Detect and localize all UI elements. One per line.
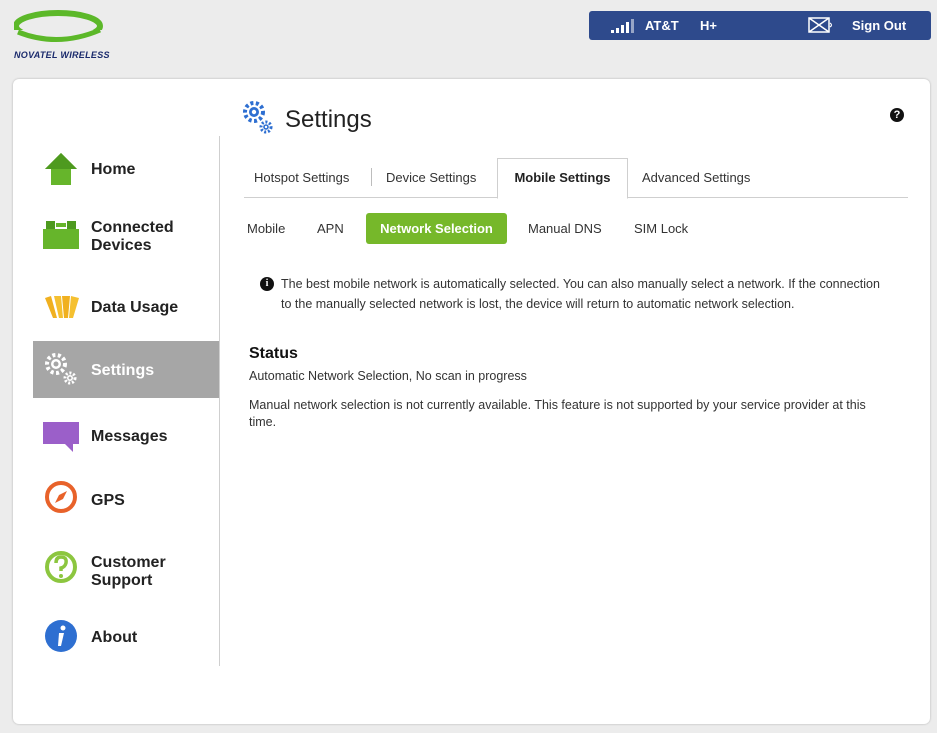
carrier-name: AT&T bbox=[645, 18, 679, 33]
home-icon bbox=[45, 153, 77, 185]
sidebar-item-data-usage[interactable]: Data Usage bbox=[33, 278, 219, 334]
sidebar-item-label: About bbox=[91, 629, 138, 646]
sidebar-item-settings[interactable]: Settings bbox=[33, 341, 219, 398]
sidebar-item-gps[interactable]: GPS bbox=[33, 473, 219, 529]
subtab-apn[interactable]: APN bbox=[317, 221, 344, 236]
main-panel: Home Connected Devices Data Usage Settin… bbox=[13, 79, 930, 724]
info-message: The best mobile network is automatically… bbox=[281, 277, 880, 311]
subtab-sim-lock[interactable]: SIM Lock bbox=[634, 221, 688, 236]
subtab-manual-dns[interactable]: Manual DNS bbox=[528, 221, 602, 236]
signal-bars-icon bbox=[611, 19, 634, 33]
status-value: Automatic Network Selection, No scan in … bbox=[249, 369, 527, 383]
envelope-icon[interactable] bbox=[808, 17, 834, 33]
sidebar-item-label: Data Usage bbox=[91, 299, 179, 316]
data-usage-icon bbox=[45, 296, 79, 318]
sidebar-item-label: GPS bbox=[91, 492, 125, 509]
settings-tabs: Hotspot Settings Device Settings Mobile … bbox=[244, 158, 908, 199]
info-circle-icon: i bbox=[260, 277, 274, 291]
sidebar-item-about[interactable]: About bbox=[33, 608, 219, 664]
tab-mobile-settings[interactable]: Mobile Settings bbox=[497, 158, 628, 199]
compass-icon bbox=[45, 481, 77, 513]
logo-swoosh-icon bbox=[14, 10, 104, 46]
sidebar-item-home[interactable]: Home bbox=[33, 141, 219, 197]
sign-out-button[interactable]: Sign Out bbox=[852, 18, 906, 33]
network-type: H+ bbox=[700, 18, 717, 33]
sidebar-item-label: Connected Devices bbox=[91, 219, 174, 254]
tab-device-settings[interactable]: Device Settings bbox=[386, 170, 476, 185]
message-bubble-icon bbox=[43, 422, 79, 452]
novatel-logo: NOVATEL WIRELESS bbox=[14, 10, 134, 62]
subtab-mobile[interactable]: Mobile bbox=[247, 221, 285, 236]
support-icon bbox=[45, 551, 77, 583]
sidebar-item-label: Messages bbox=[91, 428, 168, 445]
sidebar-item-messages[interactable]: Messages bbox=[33, 408, 219, 464]
gear-icon bbox=[45, 353, 77, 385]
status-bar: AT&T H+ Sign Out bbox=[589, 11, 931, 40]
sidebar: Home Connected Devices Data Usage Settin… bbox=[33, 136, 220, 666]
help-icon[interactable]: ? bbox=[890, 108, 904, 122]
tab-advanced-settings[interactable]: Advanced Settings bbox=[642, 170, 750, 185]
page: NOVATEL WIRELESS AT&T H+ Sign Out Home C… bbox=[0, 0, 937, 733]
tab-hotspot-settings[interactable]: Hotspot Settings bbox=[254, 170, 349, 185]
page-title: Settings bbox=[285, 106, 372, 133]
sidebar-item-label: Settings bbox=[91, 362, 155, 379]
settings-gear-icon bbox=[243, 101, 273, 134]
info-icon bbox=[45, 620, 77, 652]
subtab-network-selection[interactable]: Network Selection bbox=[366, 213, 507, 244]
sidebar-item-customer-support[interactable]: Customer Support bbox=[33, 543, 219, 599]
status-heading: Status bbox=[249, 345, 298, 362]
sidebar-item-label: Customer Support bbox=[91, 554, 166, 589]
sidebar-item-connected-devices[interactable]: Connected Devices bbox=[33, 213, 219, 269]
connected-devices-icon bbox=[43, 221, 79, 249]
sidebar-item-label: Home bbox=[91, 161, 136, 178]
brand-name: NOVATEL WIRELESS bbox=[14, 50, 110, 60]
tab-separator bbox=[371, 168, 372, 186]
manual-selection-note: Manual network selection is not currentl… bbox=[249, 398, 866, 429]
